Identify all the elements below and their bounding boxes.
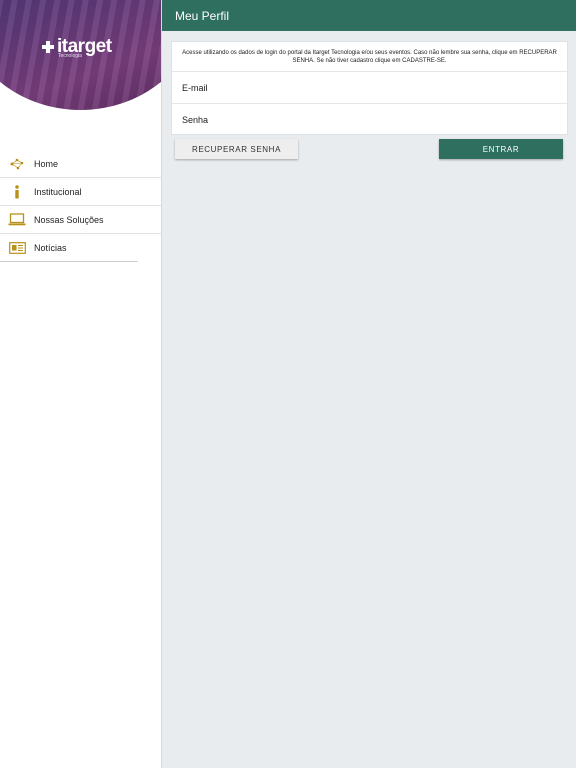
sidebar-item-noticias[interactable]: Notícias [0,234,138,262]
info-icon [0,184,34,199]
app-header: Meu Perfil [162,0,576,31]
recover-password-button[interactable]: RECUPERAR SENHA [175,139,298,159]
enter-button[interactable]: ENTRAR [439,139,563,159]
logo-subtext: Tecnologia [58,53,82,59]
logo-mark-icon [42,41,54,53]
password-input[interactable] [180,113,554,126]
password-field-row [172,104,567,135]
sidebar-menu: Home Institucional Nossas Soluções Notíc… [0,150,161,262]
laptop-icon [0,213,34,226]
sidebar-item-nossas-solucoes[interactable]: Nossas Soluções [0,206,161,234]
email-field-row [172,72,567,104]
sidebar-item-label: Notícias [34,242,67,253]
sidebar: itarget Tecnologia Home Institucional No… [0,0,162,768]
sidebar-item-label: Home [34,158,59,169]
newspaper-icon [0,241,34,254]
login-form: Acesse utilizando os dados de login do p… [171,41,568,135]
sidebar-item-label: Nossas Soluções [34,214,104,225]
page-title: Meu Perfil [175,8,230,23]
login-instructions: Acesse utilizando os dados de login do p… [172,42,567,72]
sidebar-item-institucional[interactable]: Institucional [0,178,161,206]
sidebar-item-label: Institucional [34,186,82,197]
network-icon [0,158,34,170]
email-input[interactable] [180,81,554,94]
sidebar-item-home[interactable]: Home [0,150,161,178]
